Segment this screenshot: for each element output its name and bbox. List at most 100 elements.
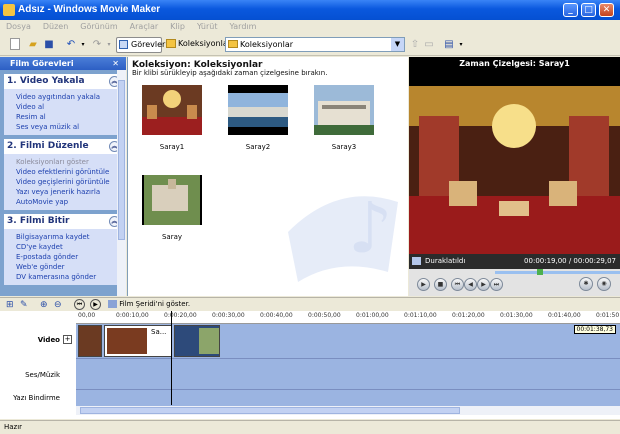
playhead[interactable] <box>171 311 172 405</box>
task-section-finish: 3. Filmi Bitir ︽ Bilgisayarıma kaydet CD'… <box>4 214 122 285</box>
clip-image <box>142 175 202 225</box>
seek-bar[interactable] <box>495 271 620 274</box>
up-folder-icon[interactable]: ⇧ <box>408 38 422 52</box>
toolbar: ▰ ■ ↶ ▾ ↷ ▾ Görevler Koleksiyonlar Kolek… <box>0 34 620 56</box>
task-link[interactable]: DV kamerasına gönder <box>16 272 122 282</box>
storyboard-icon <box>108 300 117 308</box>
save-icon[interactable]: ■ <box>42 38 56 52</box>
collection-pane: Koleksiyon: Koleksiyonlar Bir klibi sürü… <box>127 57 408 296</box>
clip-thumbnail[interactable]: Saray1 <box>142 85 202 151</box>
new-icon[interactable] <box>10 38 20 50</box>
task-link[interactable]: Video al <box>16 102 122 112</box>
timeline-clip-selected[interactable]: Sa... <box>104 325 172 357</box>
stop-icon[interactable]: ■ <box>434 278 447 291</box>
task-link[interactable]: E-postada gönder <box>16 252 122 262</box>
movie-tasks-header: Film Görevleri ✕ <box>0 57 126 70</box>
timeline-ruler[interactable]: 00,00 0:00:10,00 0:00:20,00 0:00:30,00 0… <box>76 311 620 324</box>
preview-title: Zaman Çizelgesi: Saray1 <box>459 59 570 68</box>
tasks-scrollbar[interactable] <box>117 70 126 296</box>
task-link[interactable]: CD'ye kaydet <box>16 242 122 252</box>
task-link[interactable]: Video efektlerini görüntüle <box>16 167 122 177</box>
task-section-title: 1. Video Yakala <box>7 76 85 86</box>
task-link[interactable]: Video geçişlerini görüntüle <box>16 177 122 187</box>
ruler-tick: 0:00:10,00 <box>116 312 149 319</box>
collections-icon <box>166 39 176 48</box>
clip-label: Saray1 <box>159 143 185 151</box>
snapshot-icon[interactable]: ◉ <box>597 277 611 291</box>
menu-tools[interactable]: Araçlar <box>124 20 164 33</box>
task-link[interactable]: Koleksiyonları göster <box>16 157 122 167</box>
ruler-tick: 0:01:50 <box>596 312 620 319</box>
split-icon[interactable]: ✱ <box>579 277 593 291</box>
redo-dropdown-icon[interactable]: ▾ <box>102 38 116 52</box>
timeline-scrollbar[interactable] <box>76 406 620 415</box>
ruler-tick: 0:01:20,00 <box>452 312 485 319</box>
timeline-clip[interactable] <box>78 325 102 357</box>
maximize-button[interactable]: □ <box>581 3 596 17</box>
clip-thumbnail[interactable]: Saray2 <box>228 85 288 151</box>
tasks-button[interactable]: Görevler <box>116 37 165 53</box>
seek-handle[interactable] <box>537 269 543 275</box>
views-dropdown-icon[interactable]: ▾ <box>454 38 468 52</box>
rewind-icon[interactable]: ◀ <box>464 278 477 291</box>
window-title: Adsız - Windows Movie Maker <box>18 4 161 15</box>
ruler-tick: 0:00:50,00 <box>308 312 341 319</box>
previous-icon[interactable]: ⏮ <box>451 278 464 291</box>
task-section-header[interactable]: 1. Video Yakala ︽ <box>4 74 122 89</box>
scrollbar-thumb[interactable] <box>118 80 125 240</box>
undo-dropdown-icon[interactable]: ▾ <box>76 38 90 52</box>
rewind-timeline-icon[interactable]: ⏮ <box>74 299 85 310</box>
menu-view[interactable]: Görünüm <box>74 20 123 33</box>
timeline-clip[interactable] <box>174 325 220 357</box>
audio-music-track[interactable] <box>76 358 620 389</box>
monitor-icon <box>412 257 421 265</box>
task-link[interactable]: Ses veya müzik al <box>16 122 122 132</box>
clip-thumbnail[interactable]: Saray3 <box>314 85 374 151</box>
narrate-microphone-icon[interactable]: ✎ <box>20 300 28 310</box>
close-icon[interactable]: ✕ <box>112 57 119 70</box>
menu-help[interactable]: Yardım <box>223 20 262 33</box>
minimize-button[interactable]: _ <box>563 3 578 17</box>
next-icon[interactable]: ⏭ <box>490 278 503 291</box>
ruler-tick: 0:01:30,00 <box>500 312 533 319</box>
ruler-tick: 0:00:40,00 <box>260 312 293 319</box>
storyboard-toggle[interactable]: Film Şeridi'ni göster. <box>108 300 190 308</box>
expand-icon[interactable]: + <box>63 335 72 344</box>
close-button[interactable]: ✕ <box>599 3 614 17</box>
track-label-audio: Ses/Müzik <box>25 371 60 379</box>
task-link[interactable]: Bilgisayarıma kaydet <box>16 232 122 242</box>
video-track[interactable]: Sa... <box>76 324 620 358</box>
task-link[interactable]: Resim al <box>16 112 122 122</box>
task-link[interactable]: Yazı veya jenerik hazırla <box>16 187 122 197</box>
clip-label: Saray2 <box>245 143 271 151</box>
chevron-down-icon[interactable]: ▼ <box>391 38 404 51</box>
track-labels: Video + Ses/Müzik Yazı Bindirme <box>0 324 76 419</box>
zoom-out-icon[interactable]: ⊖ <box>54 300 62 310</box>
open-folder-icon[interactable]: ▰ <box>26 38 40 52</box>
preview-status-text: Duraklatıldı <box>425 257 466 265</box>
new-folder-icon[interactable]: ▭ <box>422 38 436 52</box>
zoom-in-icon[interactable]: ⊕ <box>40 300 48 310</box>
clip-image <box>228 85 288 135</box>
play-icon[interactable]: ▶ <box>417 278 430 291</box>
menu-file[interactable]: Dosya <box>0 20 37 33</box>
menu-edit[interactable]: Düzen <box>37 20 74 33</box>
timeline: 00,00 0:00:10,00 0:00:20,00 0:00:30,00 0… <box>0 311 620 419</box>
scrollbar-thumb[interactable] <box>80 407 460 414</box>
collection-select[interactable]: Koleksiyonlar ▼ <box>225 37 405 52</box>
clip-thumbnail[interactable]: Saray <box>142 175 202 241</box>
collections-button[interactable]: Koleksiyonlar <box>164 37 231 53</box>
menu-play[interactable]: Yürüt <box>191 20 224 33</box>
forward-icon[interactable]: ▶ <box>477 278 490 291</box>
task-link[interactable]: AutoMovie yap <box>16 197 122 207</box>
task-section-header[interactable]: 3. Filmi Bitir ︽ <box>4 214 122 229</box>
set-audio-levels-icon[interactable]: ⊞ <box>6 300 14 310</box>
task-link[interactable]: Web'e gönder <box>16 262 122 272</box>
menu-clip[interactable]: Klip <box>164 20 191 33</box>
clip-image <box>199 328 219 354</box>
task-section-header[interactable]: 2. Filmi Düzenle ︽ <box>4 139 122 154</box>
task-link[interactable]: Video aygıtından yakala <box>16 92 122 102</box>
play-timeline-icon[interactable]: ▶ <box>90 299 101 310</box>
track-label-video: Video <box>37 336 60 344</box>
title-overlay-track[interactable] <box>76 389 620 406</box>
